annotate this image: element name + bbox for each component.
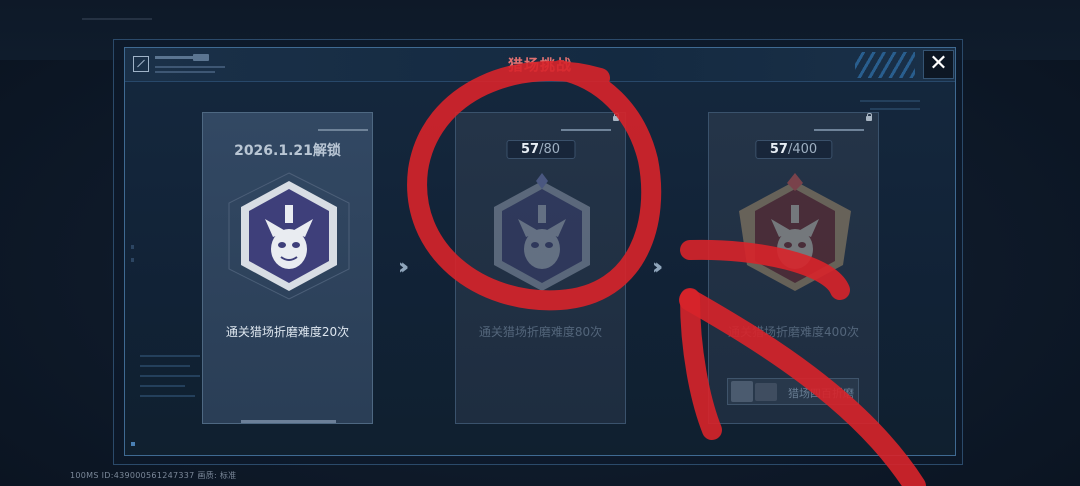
card-bottom-strip — [241, 420, 336, 423]
double-chevron-right-icon: ›› — [652, 255, 663, 280]
close-icon: ✕ — [929, 51, 948, 76]
side-decoration — [140, 355, 200, 357]
reward-label: 猎场四百折磨 — [788, 387, 854, 400]
panel-header: 猎场挑战 ✕ — [125, 48, 955, 82]
side-decoration — [131, 258, 134, 262]
side-decoration — [140, 395, 195, 397]
lock-icon — [613, 113, 619, 121]
side-decoration — [860, 100, 920, 102]
reward-avatar-icon — [755, 383, 777, 401]
card-description: 通关猎场折磨难度80次 — [478, 325, 603, 339]
double-chevron-right-icon: ›› — [398, 255, 409, 280]
card-meta-decoration — [814, 129, 864, 131]
panel-title: 猎场挑战 — [507, 56, 572, 74]
card-description: 通关猎场折磨难度400次 — [728, 325, 859, 339]
side-decoration — [140, 365, 190, 367]
challenge-card-1[interactable]: 2026.1.21解锁 通关猎场折磨难度20次 — [202, 112, 373, 424]
header-stripes-decoration — [855, 52, 915, 78]
progress-total: /400 — [787, 142, 818, 157]
reward-avatar-icon — [731, 381, 753, 402]
close-button[interactable]: ✕ — [923, 50, 954, 79]
unlock-date: 2026.1.21解锁 — [234, 143, 341, 159]
side-decoration — [131, 245, 134, 249]
progress-counter: 57/400 — [754, 140, 833, 159]
monkey-helmet-emblem-icon — [478, 171, 606, 301]
reward-item[interactable]: 猎场四百折磨 — [727, 378, 859, 405]
monkey-helmet-emblem-icon — [731, 171, 859, 301]
card-meta-decoration — [318, 129, 368, 131]
side-decoration — [140, 375, 200, 377]
side-decoration — [140, 385, 185, 387]
progress-counter: 57/80 — [505, 140, 576, 159]
progress-current: 57 — [520, 142, 540, 157]
card-meta-decoration — [561, 129, 611, 131]
background-logo — [82, 18, 152, 36]
progress-current: 57 — [769, 142, 788, 157]
challenge-card-2[interactable]: 57/80 通关猎场折磨难度80次 — [455, 112, 626, 424]
side-decoration — [131, 442, 135, 446]
progress-total: /80 — [539, 142, 561, 157]
side-decoration — [870, 108, 920, 110]
status-bar: 100MS ID:439000561247337 画质: 标准 — [70, 471, 237, 480]
lock-icon — [866, 113, 872, 121]
monkey-helmet-emblem-icon — [225, 171, 353, 301]
card-description: 通关猎场折磨难度20次 — [225, 325, 350, 339]
